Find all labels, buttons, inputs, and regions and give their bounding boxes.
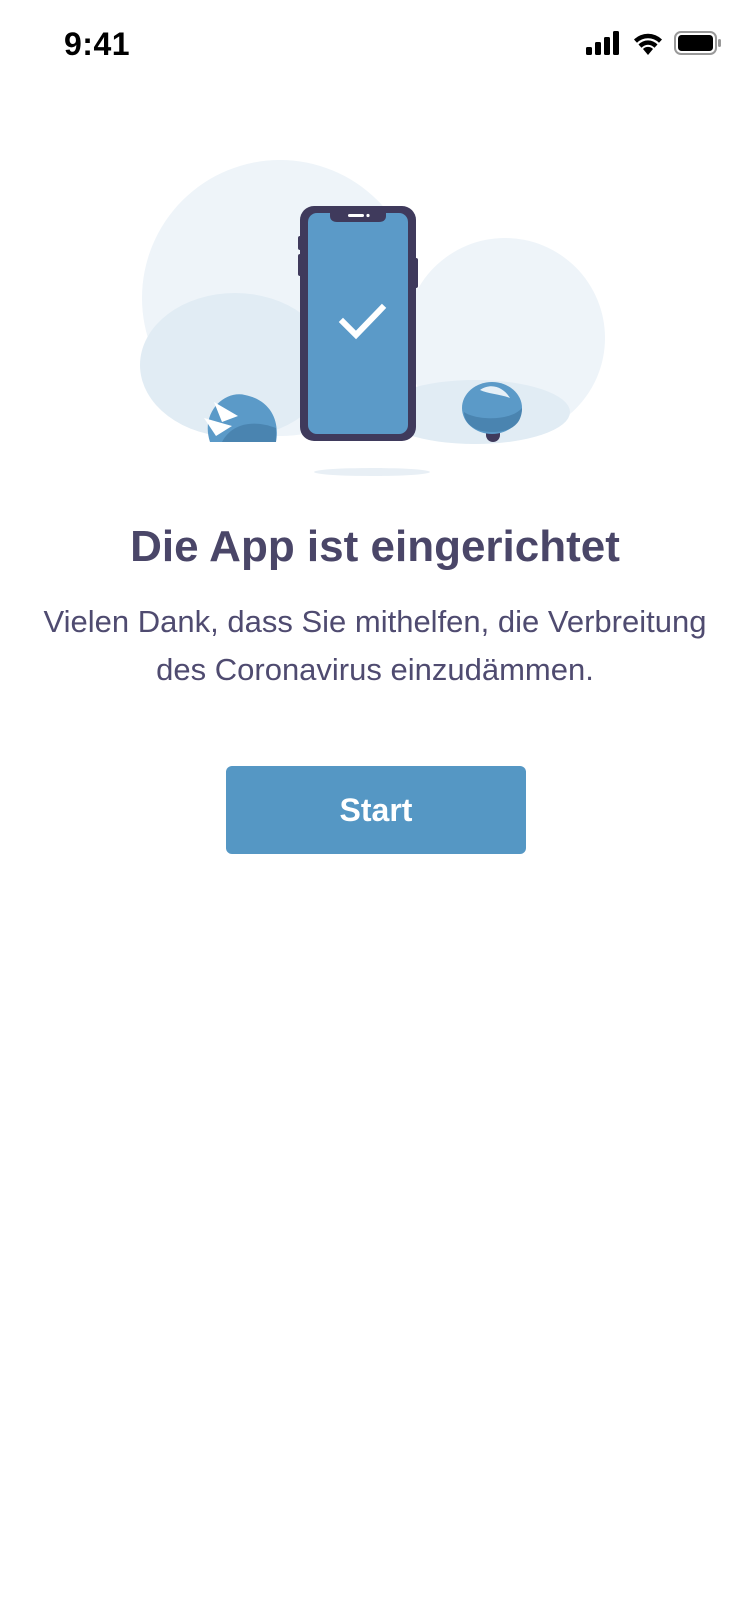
battery-icon (674, 30, 722, 60)
wifi-icon (632, 31, 664, 60)
status-bar: 9:41 (0, 0, 750, 92)
start-button[interactable]: Start (226, 766, 526, 854)
ground-shadow (314, 468, 430, 476)
status-icons (586, 30, 722, 60)
setup-complete-screen: 9:41 Die App ist eingerichtet Vielen Dan… (0, 0, 750, 1624)
status-time: 9:41 (64, 26, 131, 62)
phone-icon (298, 206, 418, 441)
cellular-signal-icon (586, 30, 622, 60)
page-subtitle: Vielen Dank, dass Sie mithelfen, die Ver… (43, 604, 707, 687)
setup-illustration (130, 150, 610, 480)
page-title: Die App ist eingerichtet (130, 522, 620, 571)
